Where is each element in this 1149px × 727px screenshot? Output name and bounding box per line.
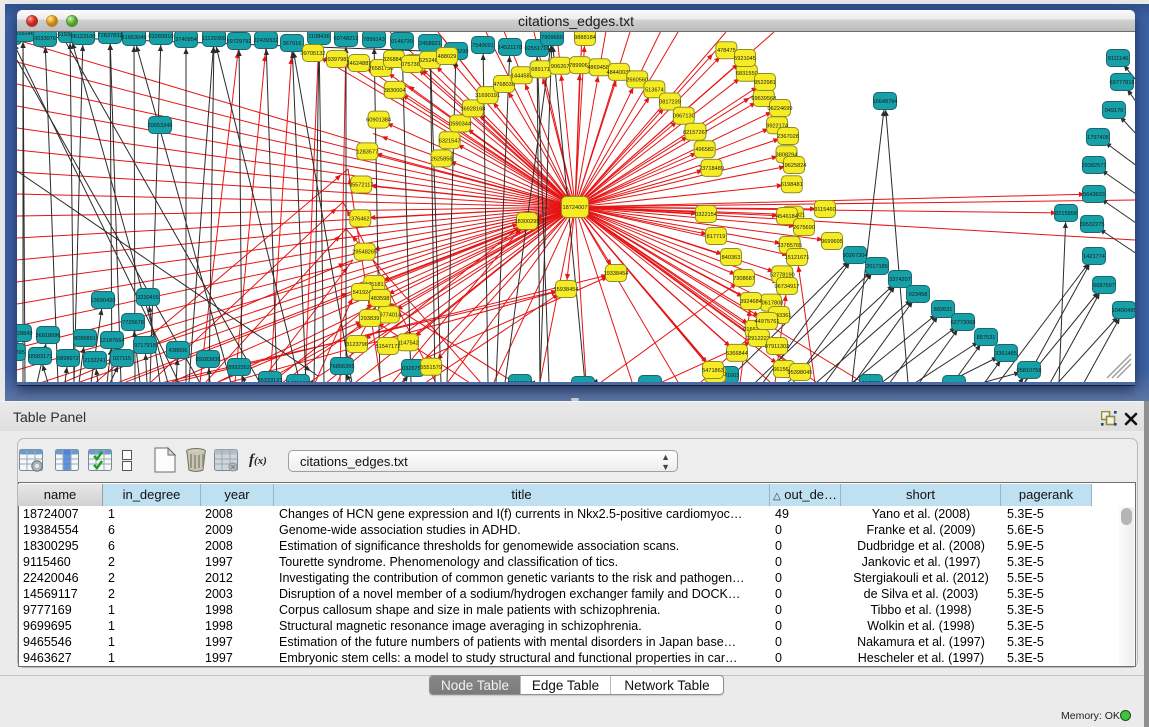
svg-text:95398045: 95398045 [788,370,813,376]
svg-text:1108436: 1108436 [308,34,329,40]
svg-text:5551579: 5551579 [420,365,442,371]
svg-text:1797405: 1797405 [1087,135,1109,141]
svg-text:6321547: 6321547 [439,138,461,144]
svg-text:82157267: 82157267 [683,130,708,136]
svg-text:906267: 906267 [551,64,570,70]
svg-text:6687597: 6687597 [1093,283,1115,289]
svg-text:5643633: 5643633 [1083,192,1105,198]
svg-text:049170: 049170 [1105,108,1124,114]
svg-text:892631: 892631 [934,307,953,313]
svg-text:7909669: 7909669 [541,35,563,41]
svg-text:06224699: 06224699 [768,106,793,112]
svg-text:02551716: 02551716 [525,46,550,52]
svg-text:15121671: 15121671 [785,255,810,261]
svg-text:9699695: 9699695 [821,239,843,245]
svg-text:51547172: 51547172 [376,344,401,350]
svg-text:3374207: 3374207 [889,277,911,283]
svg-text:857531: 857531 [977,335,996,341]
svg-text:2367028: 2367028 [777,134,799,140]
svg-text:5471863: 5471863 [702,368,724,374]
svg-text:14521178: 14521178 [498,45,522,51]
svg-text:6831550: 6831550 [736,71,758,77]
svg-text:9522981: 9522981 [754,80,776,86]
svg-text:35572117: 35572117 [349,183,373,189]
svg-text:9888184: 9888184 [574,35,596,41]
svg-text:29548265: 29548265 [352,250,377,256]
svg-text:29382577: 29382577 [1082,163,1107,169]
svg-text:62773068: 62773068 [951,320,976,326]
svg-text:7899143: 7899143 [363,37,385,43]
svg-text:31690191: 31690191 [475,93,500,99]
svg-text:496582: 496582 [695,147,714,153]
svg-text:2458921: 2458921 [419,41,441,47]
svg-text:023458: 023458 [909,292,928,298]
svg-text:0146730: 0146730 [391,39,413,45]
svg-text:541924: 541924 [353,290,372,296]
svg-text:23718489: 23718489 [699,166,724,172]
svg-text:09705132: 09705132 [301,51,326,57]
svg-text:293839: 293839 [361,316,380,322]
svg-text:15938454: 15938454 [554,287,579,293]
svg-text:69748212: 69748212 [334,36,359,42]
svg-text:18300295: 18300295 [515,219,540,225]
svg-text:39218051: 39218051 [508,381,533,382]
svg-text:7540091: 7540091 [472,43,494,49]
svg-text:2017185: 2017185 [866,264,888,270]
svg-text:69777818: 69777818 [1110,80,1135,86]
svg-text:3924684: 3924684 [740,299,762,305]
svg-text:689171: 689171 [531,67,550,73]
svg-text:2675690: 2675690 [793,225,815,231]
svg-text:513674: 513674 [645,87,664,93]
svg-text:1283577: 1283577 [356,149,378,155]
svg-text:2625856: 2625856 [431,156,453,162]
svg-text:527288: 527288 [862,381,881,382]
svg-text:1421774: 1421774 [1083,254,1105,260]
svg-text:07911302: 07911302 [765,344,789,350]
svg-text:39532275: 39532275 [1080,222,1105,228]
svg-text:376462: 376462 [351,216,370,222]
svg-text:60901384: 60901384 [366,118,391,124]
svg-text:3361485: 3361485 [995,351,1017,357]
svg-text:488029: 488029 [438,54,457,60]
svg-text:18724007: 18724007 [563,205,588,211]
svg-text:4546184: 4546184 [776,214,798,220]
svg-text:50617808: 50617808 [758,301,783,307]
svg-text:9111146: 9111146 [1108,56,1129,62]
svg-text:10490495: 10490495 [1112,308,1135,314]
svg-text:9115460: 9115460 [814,207,835,213]
svg-text:8215958: 8215958 [1055,211,1077,217]
svg-text:5921045: 5921045 [734,56,756,62]
svg-text:840363: 840363 [722,255,741,261]
svg-text:5366844: 5366844 [726,351,748,357]
svg-text:478475: 478475 [717,48,736,54]
svg-text:36928168: 36928168 [460,106,485,112]
svg-text:0817239: 0817239 [659,100,681,106]
svg-text:1444588: 1444588 [511,73,533,79]
svg-text:3830004: 3830004 [384,88,406,94]
svg-text:44975761: 44975761 [755,319,780,325]
svg-text:0322154: 0322154 [695,212,717,218]
svg-text:0967130: 0967130 [673,114,695,120]
svg-text:05810758: 05810758 [1017,368,1042,374]
svg-text:817719: 817719 [707,234,726,240]
svg-text:19625824: 19625824 [782,163,807,169]
svg-text:16648794: 16648794 [873,99,898,105]
svg-text:7308687: 7308687 [733,276,755,282]
svg-text:90267304: 90267304 [843,253,868,259]
svg-text:6198481: 6198481 [781,182,803,188]
svg-text:0590344: 0590344 [449,122,471,128]
svg-text:06734917: 06734917 [775,284,800,290]
svg-text:4768036: 4768036 [493,82,515,88]
svg-text:76856395: 76856395 [330,364,355,370]
svg-text:483598: 483598 [371,296,390,302]
svg-text:3123796: 3123796 [346,342,368,348]
svg-text:19338454: 19338454 [604,271,629,277]
